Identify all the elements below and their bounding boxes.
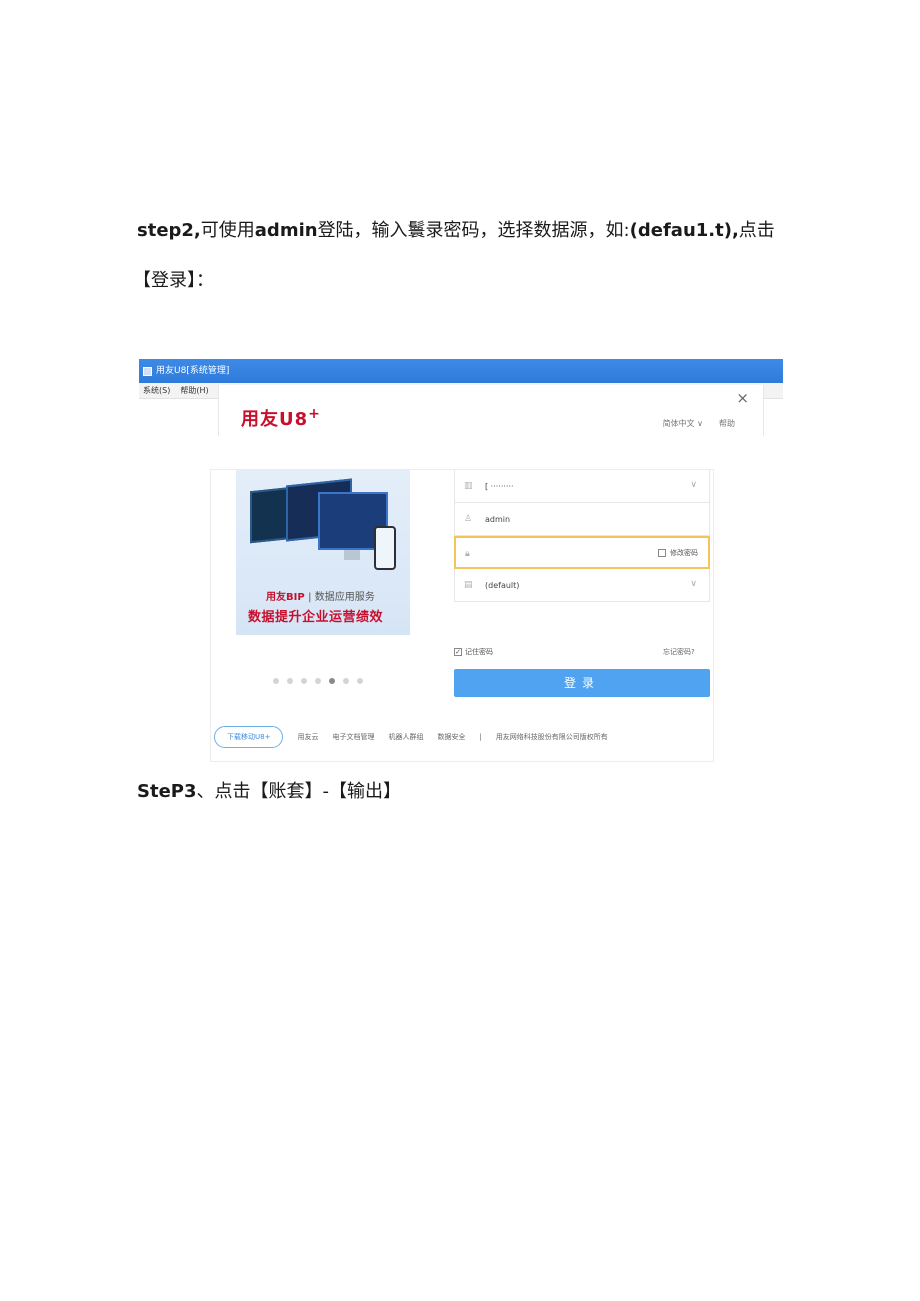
login-button[interactable]: 登录 — [454, 669, 710, 697]
change-password-checkbox[interactable] — [658, 549, 666, 557]
datasource-value: (default) — [485, 580, 520, 590]
database-icon: ▤ — [464, 580, 473, 590]
instruction-text: 点击 — [738, 220, 775, 241]
login-dialog-header: 用友U8+ × 简体中文 ∨ 帮助 — [218, 385, 764, 436]
user-icon: ♙ — [464, 514, 473, 524]
remember-password-checkbox[interactable]: ✓ — [454, 648, 462, 656]
brand-logo: 用友U8+ — [241, 406, 321, 430]
help-link[interactable]: 帮助 — [719, 418, 735, 429]
login-dialog-body: 用友BIP | 数据应用服务 数据提升企业运营绩效 ▥ [ ········· … — [210, 469, 714, 762]
remember-password-label: 记住密码 — [465, 648, 493, 656]
password-field[interactable]: 🔒︎ 修改密码 — [454, 536, 710, 569]
carousel-dot[interactable] — [357, 678, 363, 684]
promo-banner[interactable]: 用友BIP | 数据应用服务 数据提升企业运营绩效 — [236, 470, 410, 635]
download-mobile-button[interactable]: 下载移动U8+ — [214, 726, 284, 748]
admin-keyword: admin — [254, 220, 318, 241]
footer-link-docs[interactable]: 电子文档管理 — [332, 732, 374, 742]
menu-item-help[interactable]: 帮助(H) — [180, 385, 208, 396]
carousel-dot-active[interactable] — [329, 678, 335, 684]
login-form: ▥ [ ········· ∨ ♙ admin 🔒︎ 修改密码 ▤ (defau… — [454, 470, 710, 602]
login-footer: 下载移动U8+ 用友云 电子文档管理 机器人群组 数据安全 | 用友网络科技股份… — [214, 726, 714, 748]
step-label: SteP3 — [137, 781, 197, 802]
banner-subtitle: 用友BIP | 数据应用服务 — [266, 592, 375, 603]
footer-divider: | — [479, 733, 482, 741]
chevron-down-icon[interactable]: ∨ — [690, 480, 697, 490]
datasource-keyword: (defau1.t), — [629, 220, 739, 241]
change-password-option[interactable]: 修改密码 — [658, 548, 698, 558]
window-titlebar: 用友U8[系统管理] — [139, 359, 783, 383]
step2-instruction-cont: 【登录】： — [133, 270, 214, 291]
instruction-text: 可使用 — [200, 220, 255, 241]
app-icon — [143, 366, 152, 376]
remember-password-option[interactable]: ✓ 记住密码 — [454, 647, 493, 657]
datasource-field[interactable]: ▤ (default) ∨ — [454, 569, 710, 602]
footer-link-robot[interactable]: 机器人群组 — [388, 732, 423, 742]
step2-instruction: step2,可使用admin登陆，输入鬟录密码，选择数据源，如:(defau1.… — [137, 219, 775, 243]
carousel-dot[interactable] — [315, 678, 321, 684]
close-icon[interactable]: × — [736, 389, 749, 407]
monitor-stand — [344, 550, 360, 560]
carousel-dot[interactable] — [273, 678, 279, 684]
carousel-dot[interactable] — [343, 678, 349, 684]
banner-title: 数据提升企业运营绩效 — [248, 610, 384, 625]
lock-icon: 🔒︎ — [465, 549, 470, 559]
change-password-label: 修改密码 — [670, 549, 698, 557]
step-label: step2, — [137, 220, 201, 241]
server-value: [ ········· — [485, 481, 514, 491]
window-title: 用友U8[系统管理] — [156, 366, 230, 376]
phone-image — [374, 526, 396, 570]
footer-link-security[interactable]: 数据安全 — [437, 732, 465, 742]
step3-instruction: SteP3、点击【账套】-【输出】 — [137, 780, 401, 804]
instruction-text: 、点击【账套】-【输出】 — [196, 781, 402, 802]
footer-link-cloud[interactable]: 用友云 — [297, 732, 318, 742]
server-field[interactable]: ▥ [ ········· ∨ — [454, 470, 710, 503]
carousel-dots — [273, 678, 363, 684]
username-field[interactable]: ♙ admin — [454, 503, 710, 536]
screenshot-window-header: 用友U8[系统管理] 系统(S) 帮助(H) 用友U8+ × 简体中文 ∨ 帮助 — [139, 359, 783, 436]
username-value: admin — [485, 514, 511, 524]
server-icon: ▥ — [464, 481, 473, 491]
footer-copyright: 用友网络科技股份有限公司版权所有 — [495, 733, 608, 741]
instruction-text: 登陆，输入鬟录密码，选择数据源，如: — [317, 220, 630, 241]
carousel-dot[interactable] — [301, 678, 307, 684]
language-select[interactable]: 简体中文 ∨ — [663, 418, 703, 429]
forgot-password-link[interactable]: 忘记密码? — [663, 647, 695, 657]
chevron-down-icon[interactable]: ∨ — [690, 579, 697, 589]
menu-item-system[interactable]: 系统(S) — [143, 385, 170, 396]
carousel-dot[interactable] — [287, 678, 293, 684]
